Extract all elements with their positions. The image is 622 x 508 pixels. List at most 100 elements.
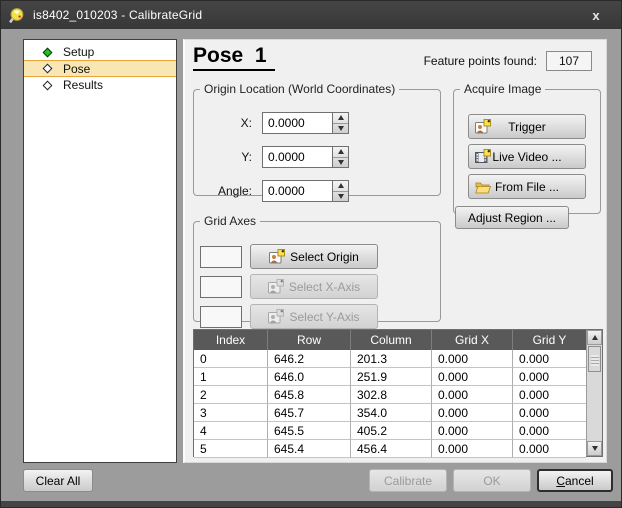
table-cell: 645.7 [268,404,351,422]
table-cell: 1 [194,368,268,386]
y-spinner [332,146,349,168]
table-row[interactable]: 3645.7354.00.0000.000 [194,404,586,422]
select-x-axis-row: Select X-Axis [200,274,378,299]
y-input[interactable] [262,146,332,168]
clear-all-button[interactable]: Clear All [23,469,93,492]
open-folder-icon [475,179,491,195]
results-diamond-icon [43,80,53,90]
x-axis-point-field[interactable] [200,276,242,298]
live-video-button[interactable]: Live Video ... [468,144,586,169]
x-field-row: X: [194,112,349,134]
table-header: Index Row Column Grid X Grid Y [194,330,586,350]
table-cell: 2 [194,386,268,404]
scroll-down-button[interactable] [587,441,602,456]
pose-diamond-icon [43,64,53,74]
trigger-button[interactable]: Trigger [468,114,586,139]
angle-spinner [332,180,349,202]
live-video-button-label: Live Video ... [492,150,561,164]
cancel-button-label-first: C [556,474,565,488]
y-spin-down-button[interactable] [333,157,348,168]
camera-tag-icon [475,119,491,135]
angle-input[interactable] [262,180,332,202]
x-input[interactable] [262,112,332,134]
origin-point-field[interactable] [200,246,242,268]
tree-item-results[interactable]: Results [24,77,176,93]
y-spin-up-button[interactable] [333,147,348,157]
x-spinbox [262,112,349,134]
table-row[interactable]: 5645.4456.40.0000.000 [194,440,586,458]
table-cell: 0.000 [432,440,513,458]
column-header-grid-x[interactable]: Grid X [432,330,513,350]
down-arrow-icon [338,160,344,165]
calibrate-button: Calibrate [369,469,447,492]
table-cell: 354.0 [351,404,432,422]
from-file-button[interactable]: From File ... [468,174,586,199]
camera-tag-icon [268,279,284,295]
angle-spin-up-button[interactable] [333,181,348,191]
window-title: is8402_010203 - CalibrateGrid [33,8,579,22]
angle-spinbox [262,180,349,202]
camera-tag-icon [269,249,285,265]
table-cell: 0.000 [432,422,513,440]
table-scrollbar[interactable] [586,330,602,456]
y-axis-point-field[interactable] [200,306,242,328]
cancel-button[interactable]: Cancel [537,469,613,492]
select-x-axis-button-label: Select X-Axis [289,280,360,294]
y-spinbox [262,146,349,168]
grid-axes-group: Grid Axes Select Origin Select X-Axis [193,214,441,322]
select-origin-row: Select Origin [200,244,378,269]
setup-diamond-icon [43,47,53,57]
feature-points-row: Feature points found: 107 [424,51,592,71]
adjust-region-button[interactable]: Adjust Region ... [455,206,569,229]
tree-item-setup[interactable]: Setup [24,44,176,60]
acquire-image-group: Acquire Image Trigger Live Video ... Fro… [453,82,601,214]
column-header-index[interactable]: Index [194,330,268,350]
origin-location-group: Origin Location (World Coordinates) X: Y… [193,82,441,196]
tree-item-label: Results [63,78,103,92]
table-cell: 0.000 [513,440,586,458]
up-arrow-icon [338,149,344,154]
origin-location-group-title: Origin Location (World Coordinates) [200,82,399,96]
table-row[interactable]: 1646.0251.90.0000.000 [194,368,586,386]
table-row[interactable]: 4645.5405.20.0000.000 [194,422,586,440]
close-button[interactable]: x [579,4,613,26]
table-cell: 302.8 [351,386,432,404]
table-row[interactable]: 0646.2201.30.0000.000 [194,350,586,368]
table-cell: 3 [194,404,268,422]
up-arrow-icon [338,115,344,120]
app-icon [9,7,26,24]
table-cell: 0 [194,350,268,368]
nav-tree: Setup Pose Results [23,39,177,463]
table-cell: 5 [194,440,268,458]
table-cell: 201.3 [351,350,432,368]
table-cell: 0.000 [432,386,513,404]
column-header-grid-y[interactable]: Grid Y [513,330,586,350]
table-cell: 0.000 [432,404,513,422]
title-bar[interactable]: is8402_010203 - CalibrateGrid x [1,1,621,29]
table-cell: 646.2 [268,350,351,368]
column-header-column[interactable]: Column [351,330,432,350]
column-header-row[interactable]: Row [268,330,351,350]
tree-item-pose[interactable]: Pose [24,60,176,77]
x-spin-up-button[interactable] [333,113,348,123]
down-arrow-icon [338,194,344,199]
up-arrow-icon [338,183,344,188]
x-spin-down-button[interactable] [333,123,348,134]
table-cell: 0.000 [432,368,513,386]
from-file-button-label: From File ... [495,180,559,194]
scrollbar-track[interactable] [587,373,602,441]
select-origin-button[interactable]: Select Origin [250,244,378,269]
angle-spin-down-button[interactable] [333,191,348,202]
grid-axes-group-title: Grid Axes [200,214,260,228]
scroll-up-button[interactable] [587,330,602,345]
table-cell: 0.000 [513,368,586,386]
ok-button: OK [453,469,531,492]
table-cell: 0.000 [513,404,586,422]
scrollbar-thumb[interactable] [588,346,601,372]
table-cell: 646.0 [268,368,351,386]
table-row[interactable]: 2645.8302.80.0000.000 [194,386,586,404]
film-tag-icon [475,149,491,165]
down-arrow-icon [592,446,598,451]
select-y-axis-button: Select Y-Axis [250,304,378,329]
table-cell: 456.4 [351,440,432,458]
